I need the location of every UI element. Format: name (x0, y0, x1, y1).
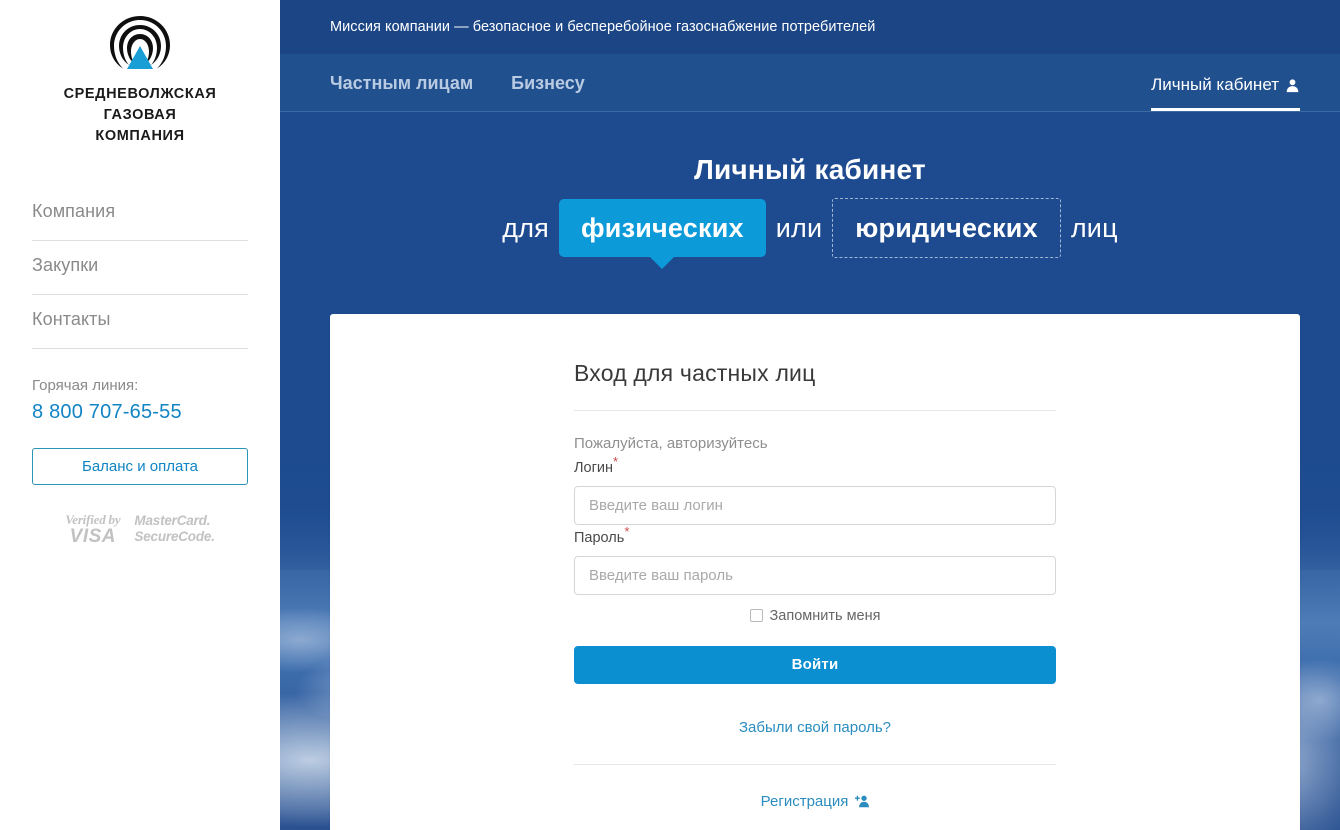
login-input[interactable] (574, 485, 1056, 525)
login-card-subtitle: Пожалуйста, авторизуйтесь (574, 435, 768, 452)
hero-conjunction: или (775, 213, 823, 243)
login-field-label-text: Логин (574, 459, 613, 476)
hero-title: Личный кабинет (694, 154, 926, 185)
hotline-block: Горячая линия: 8 800 707-65-55 (0, 349, 280, 426)
password-field-label-text: Пароль (574, 529, 625, 546)
login-card-inner: Вход для частных лиц Пожалуйста, авториз… (574, 358, 1056, 830)
sidebar-item-procurement[interactable]: Закупки (32, 241, 248, 295)
hero-selector-line: для физических или юридических лиц (280, 198, 1340, 258)
hero-prefix: для (502, 213, 549, 243)
registration-link[interactable]: Регистрация (761, 791, 870, 812)
brand-name-line-3: КОМПАНИЯ (95, 128, 185, 144)
password-field-label: Пароль* (574, 525, 629, 546)
nav-tabs-group: Частным лицам Бизнесу (330, 72, 585, 111)
nav-account-group: Личный кабинет (1151, 74, 1300, 111)
login-submit-button[interactable]: Войти (574, 645, 1056, 684)
visa-badge-line2: VISA (69, 526, 116, 547)
mission-ribbon: Миссия компании — безопасное и бесперебо… (280, 0, 1340, 54)
svgk-rings-logo-icon (110, 16, 170, 69)
hotline-label: Горячая линия: (32, 377, 139, 394)
login-required-mark: * (612, 454, 619, 469)
page-root: СРЕДНЕВОЛЖСКАЯ ГАЗОВАЯ КОМПАНИЯ Компания… (0, 0, 1340, 830)
login-card: Вход для частных лиц Пожалуйста, авториз… (330, 314, 1300, 830)
brand-name: СРЕДНЕВОЛЖСКАЯ ГАЗОВАЯ КОМПАНИЯ (64, 84, 217, 147)
registration-link-label: Регистрация (760, 792, 849, 810)
mastercard-badge-line2: SecureCode. (134, 529, 215, 544)
password-input[interactable] (574, 555, 1056, 595)
hero-section: Личный кабинет для физических или юридич… (280, 112, 1340, 258)
brand-name-line-2: ГАЗОВАЯ (103, 107, 177, 123)
remember-me-label[interactable]: Запомнить меня (770, 606, 881, 626)
remember-me-checkbox[interactable] (749, 609, 763, 623)
payment-badges: Verified by VISA MasterCard. SecureCode. (0, 512, 280, 547)
hero-suffix: лиц (1070, 213, 1118, 243)
forgot-password-link[interactable]: Забыли свой пароль? (739, 719, 891, 736)
tab-personal-account[interactable]: Личный кабинет (1151, 74, 1300, 111)
password-required-mark: * (624, 523, 630, 539)
login-field-label: Логин* (574, 455, 618, 476)
tab-private-persons[interactable]: Частным лицам (330, 72, 473, 111)
sidebar-item-company[interactable]: Компания (32, 187, 248, 241)
forgot-password-row: Забыли свой пароль? (574, 717, 1056, 765)
mastercard-badge-line1: MasterCard. (134, 513, 211, 528)
login-card-title: Вход для частных лиц (574, 358, 1056, 411)
person-add-icon (855, 795, 870, 808)
tab-personal-account-label: Личный кабинет (1151, 75, 1279, 94)
balance-and-payment-button[interactable]: Баланс и оплата (32, 448, 248, 485)
mastercard-securecode-icon: MasterCard. SecureCode. (134, 513, 215, 545)
brand-name-line-1: СРЕДНЕВОЛЖСКАЯ (63, 86, 217, 102)
verified-by-visa-icon: Verified by VISA (65, 512, 121, 547)
person-icon (1286, 78, 1299, 92)
sidebar: СРЕДНЕВОЛЖСКАЯ ГАЗОВАЯ КОМПАНИЯ Компания… (0, 0, 280, 830)
tab-business[interactable]: Бизнесу (511, 72, 585, 111)
chip-individual-persons[interactable]: физических (558, 199, 766, 257)
chip-legal-entities[interactable]: юридических (832, 198, 1061, 258)
sidebar-item-contacts[interactable]: Контакты (32, 295, 248, 349)
mission-text: Миссия компании — безопасное и бесперебо… (330, 19, 876, 35)
top-navigation-bar: Частным лицам Бизнесу Личный кабинет (280, 54, 1340, 112)
remember-me-row: Запомнить меня (574, 606, 1056, 626)
main-content: Миссия компании — безопасное и бесперебо… (280, 0, 1340, 830)
sidebar-nav: Компания Закупки Контакты (0, 187, 280, 349)
visa-badge-line1: Verified by (65, 512, 121, 527)
hotline-number[interactable]: 8 800 707-65-55 (32, 398, 248, 426)
registration-row: Регистрация (574, 791, 1056, 830)
brand-logo[interactable]: СРЕДНЕВОЛЖСКАЯ ГАЗОВАЯ КОМПАНИЯ (0, 0, 280, 147)
